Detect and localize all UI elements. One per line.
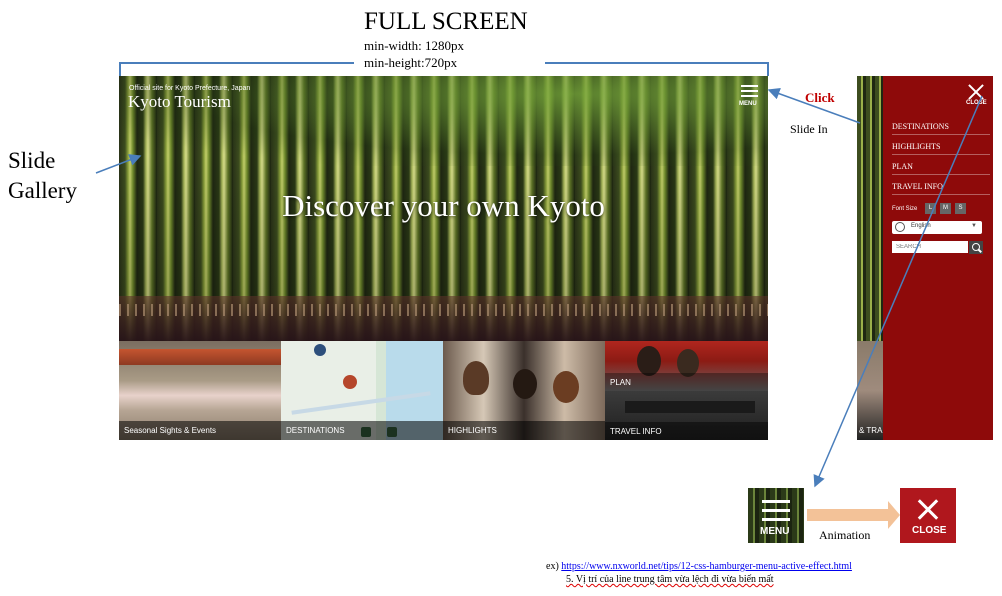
animation-annotation: Animation [819, 528, 871, 542]
map-marker-icon [343, 375, 357, 389]
hamburger-menu-button[interactable]: MENU [739, 84, 761, 110]
globe-icon [895, 222, 905, 232]
person-photo [463, 361, 489, 395]
nav-item-highlights[interactable]: HIGHLIGHTS [892, 142, 990, 155]
hero-tagline: Discover your own Kyoto [282, 188, 605, 223]
nav-item-travel-info[interactable]: TRAVEL INFO [892, 182, 990, 195]
reference-link[interactable]: https://www.nxworld.net/tips/12-css-hamb… [561, 561, 852, 572]
example-prefix: ex) [546, 561, 562, 572]
animation-arrow-head [888, 501, 900, 529]
font-size-large-button[interactable]: L [925, 203, 936, 214]
close-icon-demo: CLOSE [900, 488, 956, 543]
person-photo [637, 346, 661, 376]
full-screen-title: FULL SCREEN [364, 8, 528, 35]
map-marker-icon [314, 344, 326, 356]
min-width-note: min-width: 1280px [364, 38, 465, 53]
slide-in-menu-panel: CLOSE DESTINATIONS HIGHLIGHTS PLAN TRAVE… [883, 76, 993, 440]
tile-plan[interactable]: PLAN [605, 341, 768, 391]
hamburger-line-bottom [762, 518, 790, 521]
forest-ground [119, 296, 768, 341]
slide-in-annotation: Slide In [790, 122, 828, 136]
tile-seasonal-label: Seasonal Sights & Events [124, 426, 217, 435]
font-size-label: Font Size [892, 206, 918, 212]
tile-destinations-label: DESTINATIONS [286, 426, 345, 435]
slide-gallery-label: Slide Gallery [8, 146, 77, 206]
site-logo[interactable]: Kyoto Tourism [128, 92, 231, 112]
slide-gallery-line-1: Slide [8, 148, 56, 173]
search-icon-handle [978, 248, 982, 253]
tile-travel-info-label: TRAVEL INFO [610, 427, 662, 436]
site-subtitle: Official site for Kyoto Prefecture, Japa… [129, 85, 251, 92]
animation-note: 5. Vị trí của line trung tâm vừa lệch đi… [566, 574, 774, 585]
full-screen-bracket [119, 62, 769, 76]
menu-label: MENU [739, 101, 757, 107]
nav-item-plan[interactable]: PLAN [892, 162, 990, 175]
tile-seasonal[interactable]: Seasonal Sights & Events [119, 341, 281, 440]
chevron-down-icon: ▼ [971, 223, 977, 229]
menu-icon-demo: MENU [748, 488, 804, 543]
font-size-medium-button[interactable]: M [940, 203, 951, 214]
demo-close-label: CLOSE [912, 525, 947, 536]
person-photo [513, 369, 537, 399]
hero-slide[interactable]: Official site for Kyoto Prefecture, Japa… [119, 76, 768, 341]
example-reference: ex) https://www.nxworld.net/tips/12-css-… [546, 561, 852, 572]
tile-highlights[interactable]: HIGHLIGHTS [443, 341, 605, 440]
bamboo-fence [119, 304, 768, 316]
search-input[interactable] [892, 241, 968, 253]
tile-destinations[interactable]: DESTINATIONS [281, 341, 443, 440]
language-select[interactable]: English ▼ [892, 221, 982, 234]
hamburger-line-top [762, 500, 790, 503]
close-icon[interactable] [968, 84, 984, 100]
nav-item-destinations[interactable]: DESTINATIONS [892, 122, 990, 135]
search-button[interactable] [969, 241, 983, 254]
station-sign [625, 401, 755, 413]
person-photo [553, 371, 579, 403]
tile-plan-label: PLAN [610, 378, 631, 387]
font-size-small-button[interactable]: S [955, 203, 966, 214]
shrine-roof [119, 349, 281, 365]
close-label[interactable]: CLOSE [966, 100, 987, 106]
tile-highlights-label: HIGHLIGHTS [448, 426, 497, 435]
animation-arrow-body [807, 509, 889, 521]
panel-tile-peek: & TRA [857, 341, 883, 440]
slide-gallery-line-2: Gallery [8, 178, 77, 203]
click-annotation: Click [805, 90, 835, 105]
tile-travel-info[interactable]: TRAVEL INFO [605, 391, 768, 440]
demo-menu-label: MENU [760, 526, 790, 537]
hamburger-line-middle [741, 90, 758, 92]
hamburger-line-bottom [741, 95, 758, 97]
language-value: English [911, 223, 931, 229]
hamburger-line-top [741, 85, 758, 87]
hamburger-line-middle [762, 509, 790, 512]
peek-tile-label: & TRA [859, 426, 883, 435]
